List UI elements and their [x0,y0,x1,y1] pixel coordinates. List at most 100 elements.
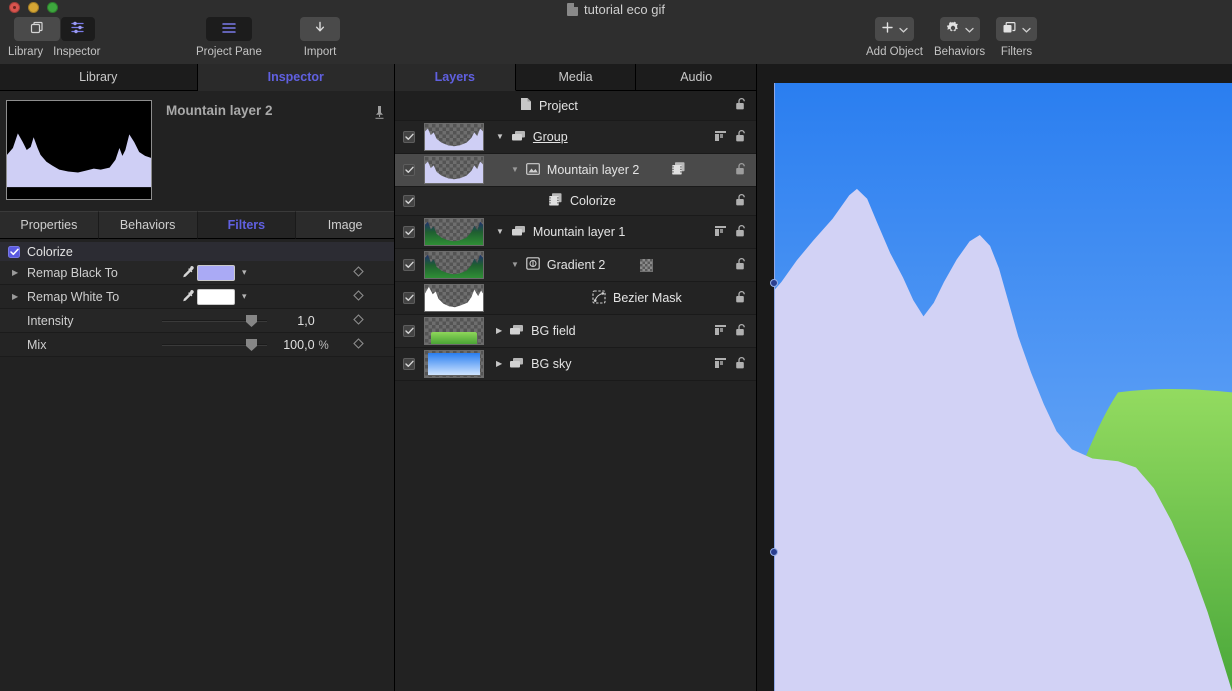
transparency-badge-icon [640,258,653,272]
param-value-intensity[interactable]: 1,0 [297,314,314,328]
layer-row-gradient-2[interactable]: ▼ Gradient 2 [395,249,756,282]
library-button[interactable] [13,17,60,41]
disclosure-triangle-icon[interactable]: ▼ [511,261,519,269]
layer-visibility-checkbox[interactable] [403,325,415,337]
layer-name: Gradient 2 [546,258,606,272]
layer-thumbnail [424,251,484,279]
project-pane-label: Project Pane [196,46,262,58]
tab-image[interactable]: Image [296,211,394,239]
add-object-button[interactable] [874,17,914,41]
disclosure-triangle-icon[interactable]: ▶ [12,292,21,301]
keyframe-diamond-icon[interactable] [353,289,364,304]
canvas-viewer[interactable] [757,64,1232,691]
disclosure-triangle-icon[interactable]: ▼ [496,228,504,236]
layer-row-group[interactable]: ▼ Group [395,121,756,154]
slider-thumb[interactable] [245,338,258,352]
inspector-button[interactable] [60,17,95,41]
chevron-down-icon[interactable]: ▾ [242,267,247,278]
keyframe-diamond-icon[interactable] [353,265,364,280]
filters-button[interactable] [996,17,1037,41]
list-lines-icon [220,21,238,38]
inspector-subtabs: Properties Behaviors Filters Image [0,211,394,239]
tab-properties[interactable]: Properties [0,211,99,239]
unlocked-padlock-icon[interactable] [735,323,748,340]
intensity-slider[interactable] [162,313,267,329]
layer-visibility-checkbox[interactable] [403,259,415,271]
selection-handle-bottom[interactable] [770,548,778,556]
disclosure-triangle-icon[interactable]: ▼ [496,133,504,141]
tab-library[interactable]: Library [0,64,198,91]
layer-align-icon[interactable] [714,225,727,240]
plus-icon [881,21,894,37]
param-value-mix[interactable]: 100,0 [283,338,314,352]
filter-badge-icon [548,192,563,210]
unlocked-padlock-icon[interactable] [735,97,748,114]
pin-icon[interactable] [373,105,386,120]
unlocked-padlock-icon[interactable] [735,290,748,307]
toolbar-group-filters: Filters [996,17,1037,58]
layer-visibility-checkbox[interactable] [403,358,415,370]
layer-visibility-checkbox[interactable] [403,226,415,238]
mix-slider[interactable] [162,337,267,353]
disclosure-triangle-icon[interactable]: ▶ [496,327,502,335]
layer-visibility-checkbox[interactable] [403,195,415,207]
unlocked-padlock-icon[interactable] [735,129,748,146]
toolbar-group-panels: Library Inspector [8,17,100,58]
colorize-enable-checkbox[interactable] [8,245,20,258]
colorize-filter-label: Colorize [27,244,73,259]
bezier-mask-icon [592,289,606,307]
layer-name: BG sky [531,357,572,371]
behaviors-button[interactable] [939,17,980,41]
toolbar-group-project-pane: Project Pane [196,17,262,58]
project-pane-button[interactable] [205,17,252,41]
unlocked-padlock-icon[interactable] [735,257,748,274]
inspector-header: Mountain layer 2 [0,91,394,211]
tab-behaviors[interactable]: Behaviors [98,211,198,239]
inspector-panel: Library Inspector Mountain layer 2 Prope… [0,64,395,691]
eyedropper-icon[interactable] [177,265,197,280]
unlocked-padlock-icon[interactable] [735,193,748,210]
disclosure-triangle-icon[interactable]: ▼ [511,166,519,174]
toolbar-group-add-object: Add Object [866,17,923,58]
unlocked-padlock-icon[interactable] [735,162,748,179]
unlocked-padlock-icon[interactable] [735,356,748,373]
keyframe-diamond-icon[interactable] [353,313,364,328]
filter-badge-icon[interactable] [671,161,686,179]
layer-name[interactable]: Group [533,130,568,144]
keyframe-diamond-icon[interactable] [353,337,364,352]
layer-row-mountain-layer-1[interactable]: ▼ Mountain layer 1 [395,216,756,249]
eyedropper-icon[interactable] [177,289,197,304]
tab-filters[interactable]: Filters [197,211,297,239]
selection-handle-top[interactable] [770,279,778,287]
import-button[interactable] [300,17,340,41]
library-label: Library [8,46,44,58]
layer-align-icon[interactable] [714,324,727,339]
layer-row-bezier-mask[interactable]: Bezier Mask [395,282,756,315]
layer-visibility-checkbox[interactable] [403,164,415,176]
layer-row-colorize[interactable]: Colorize [395,187,756,216]
filter-colorize-header[interactable]: Colorize [0,242,394,261]
disclosure-triangle-icon[interactable]: ▶ [496,360,502,368]
layer-visibility-checkbox[interactable] [403,131,415,143]
layer-row-bg-sky[interactable]: ▶ BG sky [395,348,756,381]
tab-layers[interactable]: Layers [395,64,516,91]
param-row-mix: Mix 100,0% [0,333,394,357]
color-swatch-remap-white-to[interactable] [197,288,235,305]
tab-media[interactable]: Media [515,64,637,91]
layer-row-bg-field[interactable]: ▶ BG field [395,315,756,348]
chevron-down-icon[interactable]: ▾ [242,291,247,302]
tab-inspector[interactable]: Inspector [197,64,394,91]
layer-row-mountain-layer-2[interactable]: ▼ Mountain layer 2 [395,154,756,187]
disclosure-triangle-icon[interactable]: ▶ [12,268,21,277]
tab-audio[interactable]: Audio [636,64,757,91]
layer-align-icon[interactable] [714,130,727,145]
layer-row-project[interactable]: Project [395,91,756,121]
layer-align-icon[interactable] [714,357,727,372]
slider-thumb[interactable] [245,314,258,328]
layer-visibility-checkbox[interactable] [403,292,415,304]
group-icon [509,324,524,339]
unlocked-padlock-icon[interactable] [735,224,748,241]
motion-app-window: tutorial eco gif Library Inspector Proje… [0,0,1232,691]
color-swatch-remap-black-to[interactable] [197,264,235,281]
canvas-content[interactable] [775,83,1232,691]
